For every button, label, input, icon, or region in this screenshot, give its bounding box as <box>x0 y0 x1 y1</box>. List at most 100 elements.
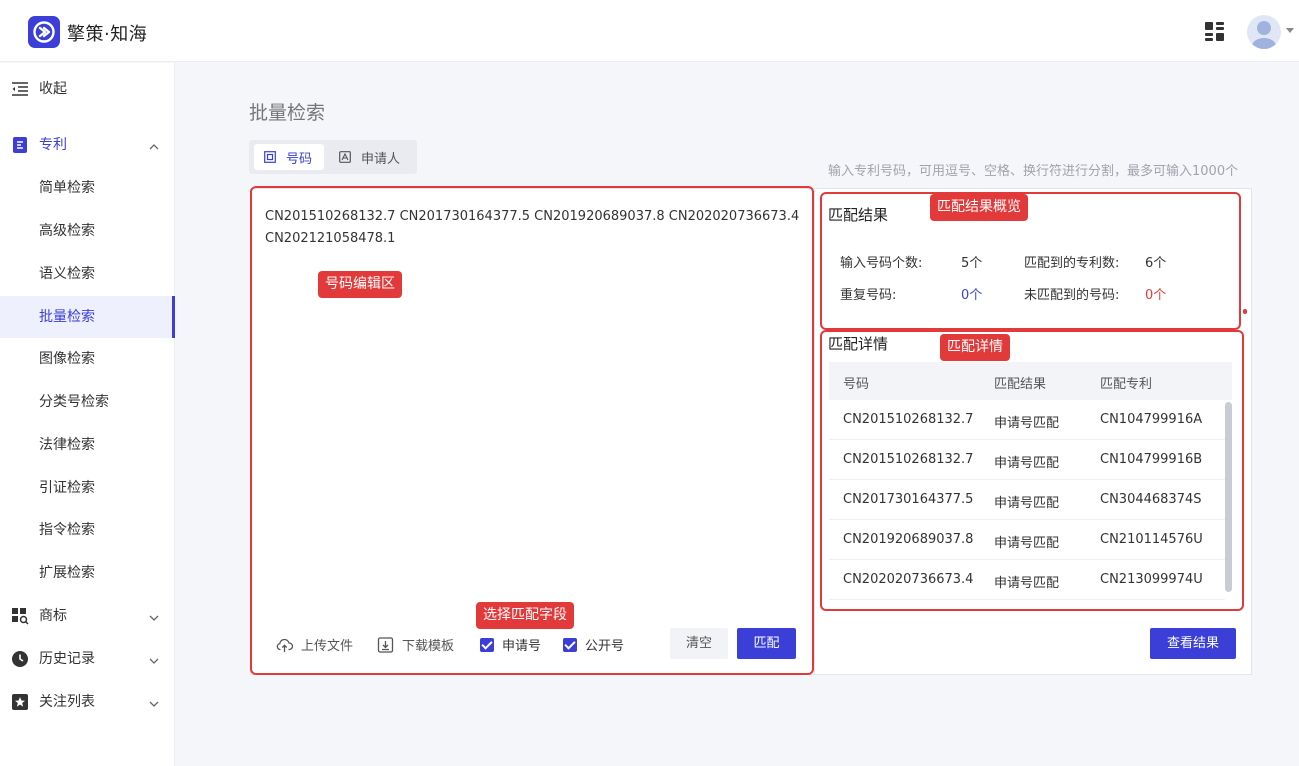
page-title: 批量检索 <box>249 102 326 124</box>
sidebar-group-patent-label: 专利 <box>39 137 67 153</box>
duplicate-count-label: 重复号码: <box>840 288 897 303</box>
row-match-result: 申请号匹配 <box>994 416 1060 431</box>
row-matched-patent[interactable]: CN210114576U <box>1100 532 1203 547</box>
sidebar-collapse[interactable]: 收起 <box>0 69 175 109</box>
number-tab-icon <box>264 151 276 163</box>
row-match-result: 申请号匹配 <box>994 576 1060 591</box>
user-avatar[interactable] <box>1247 15 1281 49</box>
checkbox-checked-icon <box>563 637 577 652</box>
sidebar-item-label: 图像检索 <box>39 351 95 367</box>
chevron-down-icon <box>149 611 159 621</box>
sidebar-item-advanced-search[interactable]: 高级检索 <box>0 210 175 252</box>
top-bar: 擎策·知海 <box>0 0 1299 62</box>
sidebar-group-history-label: 历史记录 <box>39 651 95 667</box>
avatar-caret-icon[interactable] <box>1286 28 1294 33</box>
sidebar-item-command-search[interactable]: 指令检索 <box>0 509 175 551</box>
upload-file-button[interactable]: 上传文件 <box>276 635 353 654</box>
download-icon <box>377 636 394 653</box>
chevron-up-icon <box>149 140 159 150</box>
search-type-tabs: 号码 申请人 <box>249 140 417 174</box>
applicant-tab-icon <box>339 151 351 163</box>
sidebar-item-legal-search[interactable]: 法律检索 <box>0 424 175 466</box>
table-row[interactable]: CN201510268132.7 申请号匹配 CN104799916A <box>829 400 1225 440</box>
upload-file-label: 上传文件 <box>301 639 354 654</box>
table-scrollbar[interactable] <box>1225 402 1232 592</box>
row-matched-patent[interactable]: CN104799916A <box>1100 412 1202 427</box>
sidebar-item-label: 分类号检索 <box>39 394 109 410</box>
sidebar-item-label: 扩展检索 <box>39 565 95 581</box>
checkbox-checked-icon <box>480 637 494 652</box>
sidebar-group-patent[interactable]: 专利 <box>0 125 175 165</box>
sidebar-item-classification-search[interactable]: 分类号检索 <box>0 381 175 423</box>
panel-divider <box>814 188 815 675</box>
row-number: CN201510268132.7 <box>843 452 974 467</box>
app-logo-icon[interactable] <box>28 16 60 48</box>
download-template-label: 下载模板 <box>402 639 455 654</box>
sidebar-item-label: 批量检索 <box>39 309 95 325</box>
sidebar-item-label: 法律检索 <box>39 437 95 453</box>
column-header-match-result: 匹配结果 <box>994 377 1047 392</box>
detail-table-header: 号码 匹配结果 匹配专利 <box>829 362 1232 400</box>
application-number-checkbox[interactable]: 申请号 <box>480 635 541 654</box>
chevron-down-icon <box>149 697 159 707</box>
input-hint: 输入专利号码，可用逗号、空格、换行符进行分割，最多可输入1000个 <box>828 164 1239 179</box>
tab-applicant[interactable]: 申请人 <box>339 144 413 170</box>
trademark-search-icon <box>11 607 29 625</box>
application-number-label: 申请号 <box>502 639 542 654</box>
publication-number-checkbox[interactable]: 公开号 <box>563 635 624 654</box>
match-detail-annotation: 匹配详情 <box>940 334 1010 361</box>
unmatched-count-value[interactable]: 0个 <box>1145 284 1166 303</box>
row-matched-patent[interactable]: CN213099974U <box>1100 572 1203 587</box>
sidebar-group-history[interactable]: 历史记录 <box>0 639 175 679</box>
table-row[interactable]: CN201920689037.8 申请号匹配 CN210114576U <box>829 520 1225 560</box>
row-number: CN202020736673.4 <box>843 572 974 587</box>
matched-count-label: 匹配到的专利数: <box>1024 256 1120 271</box>
patent-icon <box>11 136 29 154</box>
duplicate-count-value[interactable]: 0个 <box>961 284 982 303</box>
row-matched-patent[interactable]: CN304468374S <box>1100 492 1202 507</box>
sidebar-item-citation-search[interactable]: 引证检索 <box>0 467 175 509</box>
sidebar-item-label: 高级检索 <box>39 223 95 239</box>
table-row[interactable]: CN202020736673.4 申请号匹配 CN213099974U <box>829 560 1225 600</box>
cloud-upload-icon <box>276 638 293 652</box>
app-name: 擎策·知海 <box>67 24 148 45</box>
sidebar-item-batch-search[interactable]: 批量检索 <box>0 296 175 338</box>
sidebar-group-trademark-label: 商标 <box>39 608 67 624</box>
sidebar-item-label: 语义检索 <box>39 266 95 282</box>
sidebar-group-follow[interactable]: 关注列表 <box>0 682 175 722</box>
sidebar-item-image-search[interactable]: 图像检索 <box>0 338 175 380</box>
match-summary-annotation: 匹配结果概览 <box>930 194 1028 221</box>
download-template-button[interactable]: 下载模板 <box>377 635 454 654</box>
match-field-annotation: 选择匹配字段 <box>476 602 574 629</box>
sidebar-group-follow-label: 关注列表 <box>39 694 95 710</box>
column-header-number: 号码 <box>843 377 870 392</box>
input-count-label: 输入号码个数: <box>840 256 923 271</box>
table-row[interactable]: CN201510268132.7 申请号匹配 CN104799916B <box>829 440 1225 480</box>
app-grid-icon[interactable] <box>1205 22 1224 41</box>
input-count-value: 5个 <box>961 256 983 271</box>
publication-number-label: 公开号 <box>585 639 625 654</box>
collapse-menu-icon <box>11 80 29 98</box>
row-number: CN201920689037.8 <box>843 532 974 547</box>
table-row[interactable]: CN201730164377.5 申请号匹配 CN304468374S <box>829 480 1225 520</box>
tab-applicant-label: 申请人 <box>361 151 401 167</box>
tab-number[interactable]: 号码 <box>254 144 324 170</box>
column-header-matched-patent: 匹配专利 <box>1100 377 1153 392</box>
sidebar-collapse-label: 收起 <box>39 81 67 97</box>
sidebar: 收起 专利 简单检索 高级检索 语义检索 批量检索 图像检索 分类号检索 法律检… <box>0 63 175 766</box>
row-match-result: 申请号匹配 <box>994 496 1060 511</box>
view-results-button[interactable]: 查看结果 <box>1150 628 1236 659</box>
sidebar-item-extended-search[interactable]: 扩展检索 <box>0 552 175 594</box>
sidebar-item-simple-search[interactable]: 简单检索 <box>0 167 175 209</box>
unmatched-count-label: 未匹配到的号码: <box>1024 288 1120 303</box>
sidebar-item-label: 引证检索 <box>39 480 95 496</box>
row-matched-patent[interactable]: CN104799916B <box>1100 452 1202 467</box>
clear-button[interactable]: 清空 <box>670 628 728 659</box>
match-button[interactable]: 匹配 <box>737 628 796 659</box>
tab-number-label: 号码 <box>286 151 313 167</box>
row-number: CN201730164377.5 <box>843 492 974 507</box>
sidebar-item-semantic-search[interactable]: 语义检索 <box>0 253 175 295</box>
annotation-marker <box>1243 309 1247 314</box>
sidebar-group-trademark[interactable]: 商标 <box>0 596 175 636</box>
row-match-result: 申请号匹配 <box>994 536 1060 551</box>
